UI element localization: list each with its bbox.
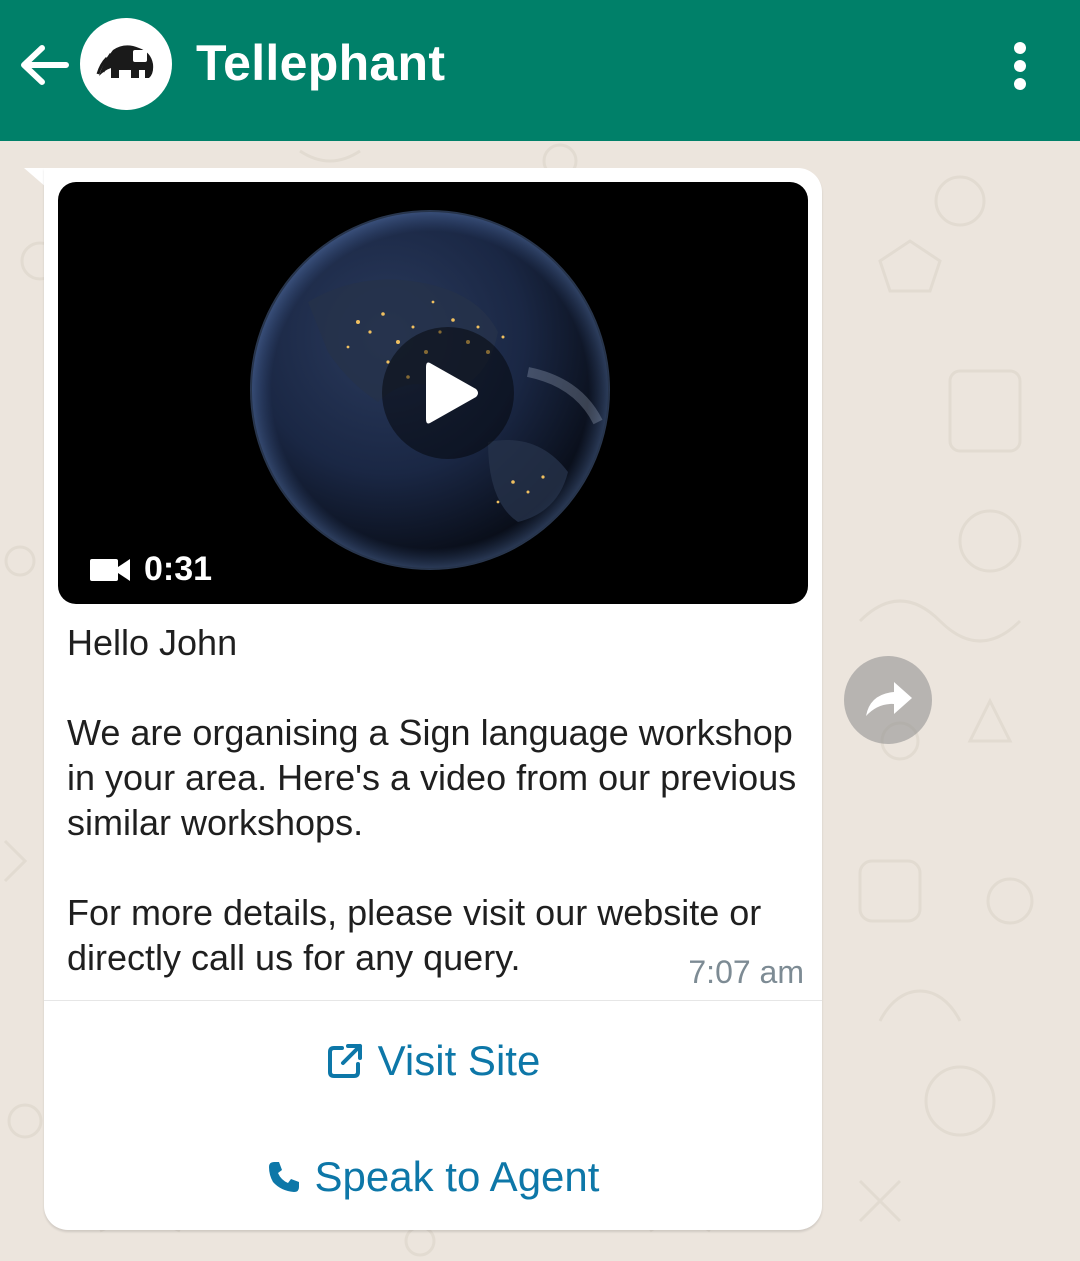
duration-text: 0:31 <box>144 550 213 588</box>
message-bubble: 0:31 Hello John We are organising a Sign… <box>44 168 822 1230</box>
back-button[interactable] <box>14 36 72 94</box>
chat-title[interactable]: Tellephant <box>196 34 445 92</box>
video-camera-icon <box>90 558 130 581</box>
more-vertical-icon <box>1014 42 1026 90</box>
avatar[interactable] <box>80 18 172 110</box>
phone-icon <box>268 1162 299 1192</box>
chat-header: Tellephant <box>0 0 1080 141</box>
play-button[interactable] <box>382 327 514 459</box>
arrow-left-icon <box>21 45 69 85</box>
video-duration: 0:31 <box>90 550 212 589</box>
play-icon <box>426 362 478 424</box>
divider <box>44 1000 822 1001</box>
message-text: Hello John We are organising a Sign lang… <box>67 620 807 980</box>
message-timestamp: 7:07 am <box>688 954 804 990</box>
message-greeting: Hello John <box>67 622 238 663</box>
video-thumbnail[interactable]: 0:31 <box>58 182 808 604</box>
elephant-logo-icon <box>96 45 154 78</box>
more-options-button[interactable] <box>1000 36 1040 96</box>
external-link-icon <box>327 1044 362 1078</box>
speak-to-agent-label: Speak to Agent <box>314 1153 600 1200</box>
visit-site-label: Visit Site <box>377 1037 541 1084</box>
forward-button[interactable] <box>844 656 932 744</box>
visit-site-button[interactable]: Visit Site <box>44 1030 822 1092</box>
message-body-1: We are organising a Sign language worksh… <box>67 712 797 843</box>
forward-icon <box>866 682 912 716</box>
speak-to-agent-button[interactable]: Speak to Agent <box>44 1146 822 1208</box>
